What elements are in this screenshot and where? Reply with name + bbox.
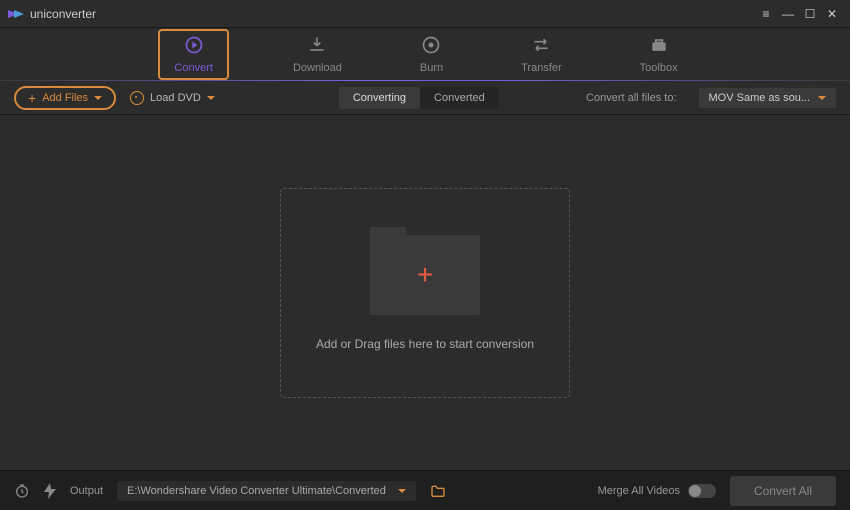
app-logo: uniconverter: [8, 7, 96, 21]
output-path-select[interactable]: E:\Wondershare Video Converter Ultimate\…: [117, 481, 416, 501]
main-area: + Add or Drag files here to start conver…: [0, 115, 850, 470]
close-button[interactable]: ✕: [822, 6, 842, 22]
folder-icon: +: [370, 235, 480, 315]
sub-toolbar: + Add Files Load DVD Converting Converte…: [0, 81, 850, 115]
seg-converted[interactable]: Converted: [420, 87, 499, 109]
tab-convert[interactable]: Convert: [158, 29, 229, 80]
convert-icon: [184, 35, 204, 58]
chevron-down-icon: [207, 96, 215, 100]
tab-burn[interactable]: Burn: [406, 31, 457, 78]
merge-label: Merge All Videos: [598, 485, 680, 497]
chevron-down-icon: [818, 96, 826, 100]
tab-label: Transfer: [521, 62, 562, 74]
burn-icon: [421, 35, 441, 58]
tab-label: Toolbox: [640, 62, 678, 74]
tab-label: Burn: [420, 62, 443, 74]
toolbox-icon: [649, 35, 669, 58]
format-value: MOV Same as sou...: [709, 92, 810, 104]
seg-converting[interactable]: Converting: [339, 87, 420, 109]
output-path-value: E:\Wondershare Video Converter Ultimate\…: [127, 485, 386, 497]
add-files-label: Add Files: [42, 92, 88, 104]
merge-toggle[interactable]: [688, 484, 716, 498]
output-label: Output: [70, 485, 103, 497]
load-dvd-button[interactable]: Load DVD: [130, 91, 215, 105]
tab-label: Download: [293, 62, 342, 74]
chevron-down-icon: [94, 96, 102, 100]
merge-videos-wrap: Merge All Videos: [598, 484, 716, 498]
download-icon: [307, 35, 327, 58]
app-name: uniconverter: [30, 7, 96, 21]
dropzone-text: Add or Drag files here to start conversi…: [316, 337, 534, 351]
output-format-select[interactable]: MOV Same as sou...: [699, 88, 836, 108]
window-controls: ≡ — ☐ ✕: [756, 6, 842, 22]
schedule-icon[interactable]: [14, 483, 30, 499]
bottom-bar: Output E:\Wondershare Video Converter Ul…: [0, 470, 850, 510]
plus-icon: +: [417, 259, 433, 291]
title-bar: uniconverter ≡ — ☐ ✕: [0, 0, 850, 28]
browse-folder-icon[interactable]: [430, 484, 446, 498]
main-nav: Convert Download Burn Transfer Toolbox: [0, 28, 850, 80]
plus-icon: +: [28, 91, 36, 105]
tab-transfer[interactable]: Transfer: [507, 31, 576, 78]
tab-download[interactable]: Download: [279, 31, 356, 78]
chevron-down-icon: [398, 489, 406, 493]
status-segmented: Converting Converted: [339, 87, 499, 109]
app-logo-icon: [8, 8, 24, 20]
convert-all-button[interactable]: Convert All: [730, 476, 836, 506]
tab-label: Convert: [174, 62, 213, 74]
file-dropzone[interactable]: + Add or Drag files here to start conver…: [280, 188, 570, 398]
gpu-accel-icon[interactable]: [44, 483, 56, 499]
add-files-button[interactable]: + Add Files: [14, 86, 116, 110]
minimize-button[interactable]: —: [778, 6, 798, 22]
maximize-button[interactable]: ☐: [800, 6, 820, 22]
transfer-icon: [531, 35, 551, 58]
disc-icon: [130, 91, 144, 105]
load-dvd-label: Load DVD: [150, 92, 201, 104]
tab-toolbox[interactable]: Toolbox: [626, 31, 692, 78]
menu-icon[interactable]: ≡: [756, 6, 776, 22]
convert-all-label: Convert all files to:: [586, 92, 676, 104]
